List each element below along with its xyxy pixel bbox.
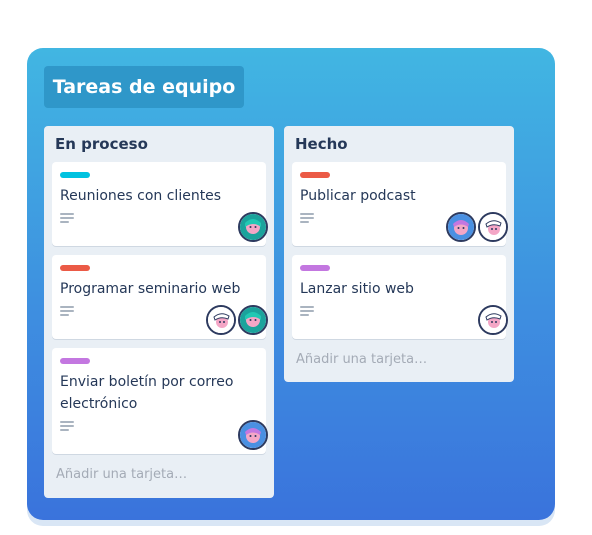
blue-avatar[interactable] bbox=[446, 212, 476, 242]
description-icon bbox=[300, 306, 314, 317]
card-title: Enviar boletín por correo electrónico bbox=[60, 374, 234, 412]
white-avatar[interactable] bbox=[478, 212, 508, 242]
label-cyan bbox=[60, 172, 90, 178]
card-seminario[interactable]: Programar seminario web bbox=[52, 255, 268, 339]
card-title: Reuniones con clientes bbox=[60, 188, 222, 204]
white-avatar[interactable] bbox=[478, 305, 508, 335]
card-reuniones[interactable]: Reuniones con clientes bbox=[52, 162, 268, 246]
card-sitio-web[interactable]: Lanzar sitio web bbox=[292, 255, 508, 339]
list-title[interactable]: En proceso bbox=[55, 135, 148, 153]
description-icon bbox=[60, 421, 74, 432]
board: Tareas de equipo En proceso Reuniones co… bbox=[27, 48, 555, 520]
card-boletin[interactable]: Enviar boletín por correo electrónico bbox=[52, 348, 268, 454]
white-avatar[interactable] bbox=[206, 305, 236, 335]
label-purple bbox=[300, 265, 330, 271]
label-red bbox=[60, 265, 90, 271]
description-icon bbox=[300, 213, 314, 224]
card-podcast[interactable]: Publicar podcast bbox=[292, 162, 508, 246]
board-title[interactable]: Tareas de equipo bbox=[44, 66, 244, 108]
list-en-proceso: En proceso Reuniones con clientes Progra… bbox=[44, 126, 274, 498]
blue-avatar[interactable] bbox=[238, 420, 268, 450]
list-hecho: Hecho Publicar podcast Lanzar sitio web … bbox=[284, 126, 514, 382]
add-card-link[interactable]: Añadir una tarjeta… bbox=[56, 467, 187, 482]
teal-avatar[interactable] bbox=[238, 305, 268, 335]
label-purple bbox=[60, 358, 90, 364]
add-card-link[interactable]: Añadir una tarjeta… bbox=[296, 352, 427, 367]
card-title: Programar seminario web bbox=[60, 281, 241, 297]
description-icon bbox=[60, 306, 74, 317]
list-title[interactable]: Hecho bbox=[295, 135, 348, 153]
description-icon bbox=[60, 213, 74, 224]
teal-avatar[interactable] bbox=[238, 212, 268, 242]
card-title: Lanzar sitio web bbox=[300, 281, 414, 297]
card-title: Publicar podcast bbox=[300, 188, 416, 204]
label-red bbox=[300, 172, 330, 178]
